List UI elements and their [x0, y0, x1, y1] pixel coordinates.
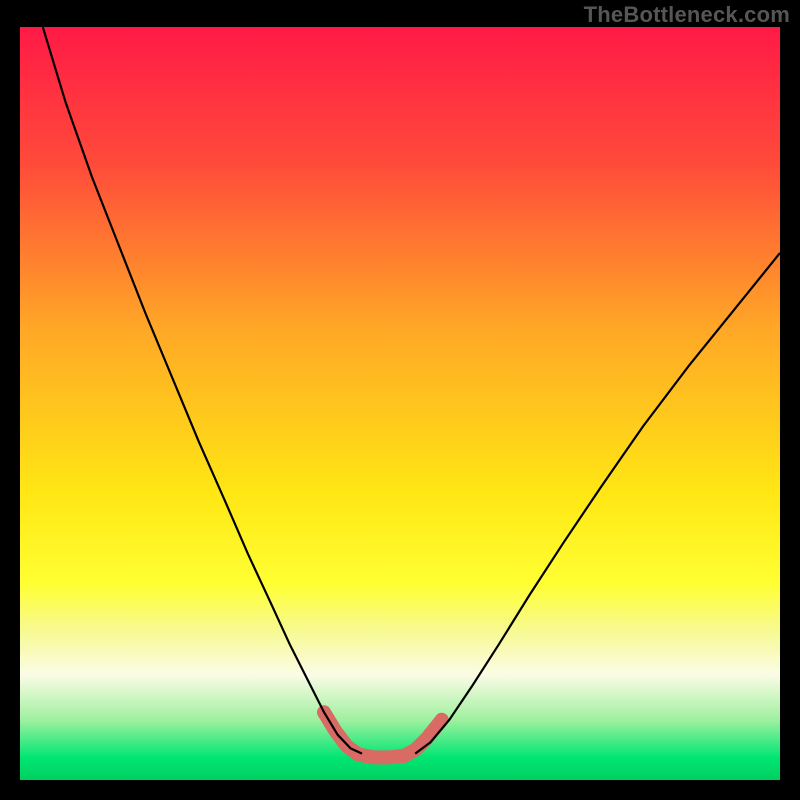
chart-canvas [0, 0, 800, 800]
plot-background [20, 27, 780, 780]
chart-frame: { "watermark": "TheBottleneck.com", "cha… [0, 0, 800, 800]
watermark-text: TheBottleneck.com [584, 2, 790, 28]
